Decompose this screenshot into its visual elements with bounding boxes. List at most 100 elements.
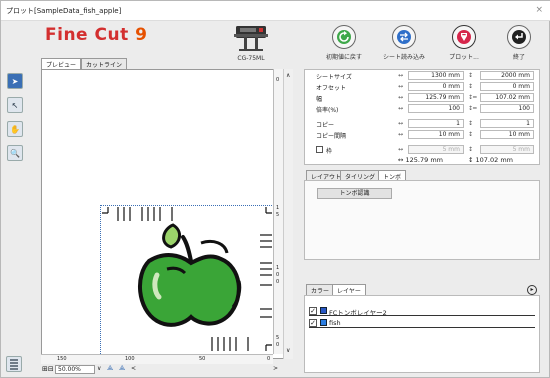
link-icon[interactable]: ↕━ [468, 105, 477, 112]
width-field[interactable]: 125.79 mm [408, 93, 464, 102]
vertical-scrollbar[interactable]: ∧ ∨ [283, 69, 293, 359]
device-model-label: CG-75ML [237, 55, 265, 62]
chevron-down-icon[interactable]: ∨ [97, 365, 101, 372]
ruler-v-tick-label: 0 [276, 272, 280, 278]
scroll-left-icon[interactable]: < [131, 365, 136, 372]
ruler-h-tick-label: 0 [267, 356, 271, 362]
property-row-copies: コピー ↔ 1 ↕ 1 [304, 119, 538, 129]
logo-version: 9 [135, 25, 148, 45]
vertical-ruler: 0 1 5 1 0 0 5 0 [273, 69, 283, 354]
width-arrow-icon: ↔ [398, 131, 404, 138]
sheet-width-field[interactable]: 1300 mm [408, 71, 464, 80]
layer-name: FCトンボレイヤー2 [329, 309, 387, 317]
tombo-detect-button[interactable]: トンボ認識 [317, 188, 392, 199]
offset-x-field[interactable]: 0 mm [408, 82, 464, 91]
arrow-icon[interactable]: ➤ [7, 73, 23, 89]
list-item[interactable]: ✓ fish [309, 318, 535, 328]
tab-layer[interactable]: レイヤー [332, 284, 366, 295]
grid-icon[interactable]: ⊞⊟ [42, 365, 54, 373]
object-width-readout: ↔ 125.79 mm [398, 156, 443, 164]
reset-defaults-label: 初期値に戻す [325, 54, 362, 61]
tab-cutline[interactable]: カットライン [81, 58, 128, 69]
height-arrow-icon: ↕ [468, 131, 474, 138]
height-arrow-icon: ↕ [468, 72, 474, 79]
apple-artwork [137, 223, 242, 327]
height-arrow-icon: ↕ [468, 146, 474, 153]
layer-checkbox[interactable]: ✓ [309, 307, 317, 315]
property-label: コピー [316, 122, 335, 129]
frame-y-field[interactable]: 5 mm [480, 145, 534, 154]
tool-palette: ➤ ↖ ✋ 🔍 [7, 73, 25, 169]
scroll-right-icon[interactable]: > [273, 365, 278, 372]
height-field[interactable]: 107.02 mm [480, 93, 534, 102]
object-size-readout: ↔ 125.79 mm ↕ 107.02 mm [304, 156, 540, 166]
logo-brand: Fine Cut [45, 25, 129, 45]
copies-y-field[interactable]: 1 [480, 119, 534, 128]
ruler-h-tick-label: 150 [57, 356, 67, 362]
property-row-copy-spacing: コピー間隔 ↔ 10 mm ↕ 10 mm [304, 130, 538, 140]
layer-name: fish [329, 319, 341, 327]
list-item[interactable]: ✓ FCトンボレイヤー2 [309, 306, 535, 317]
window-title: プロット[SampleData_fish_apple] [6, 7, 122, 15]
plotter-device-icon [234, 26, 268, 51]
hand-icon[interactable]: ✋ [7, 121, 23, 137]
plot-pen-icon [452, 25, 476, 49]
ruler-v-tick-label: 0 [276, 342, 280, 348]
ruler-v-tick-label: 0 [276, 77, 280, 83]
layer-checkbox[interactable]: ✓ [309, 319, 317, 327]
tombo-panel: トンボ認識 [304, 180, 540, 260]
scale-y-field[interactable]: 100 [480, 104, 534, 113]
copy-spacing-x-field[interactable]: 10 mm [408, 130, 464, 139]
app-logo: Fine Cut 9 [45, 25, 147, 45]
property-row-width: 幅 ↔ 125.79 mm ↕━ 107.02 mm [304, 93, 538, 103]
property-label: 枠 [326, 148, 333, 155]
ruler-v-tick-label: 5 [276, 212, 280, 218]
property-label: 幅 [316, 96, 323, 103]
copies-x-field[interactable]: 1 [408, 119, 464, 128]
scroll-up-icon[interactable]: ∧ [286, 72, 290, 79]
layer-list: ✓ FCトンボレイヤー2 ✓ fish [304, 295, 540, 373]
layer-list-icon[interactable] [6, 356, 22, 372]
reset-defaults-button[interactable]: 初期値に戻す [313, 25, 375, 69]
copy-spacing-y-field[interactable]: 10 mm [480, 130, 534, 139]
exit-button[interactable]: 終了 [488, 25, 550, 69]
property-label: オフセット [316, 85, 347, 92]
tab-color[interactable]: カラー [306, 284, 335, 295]
width-arrow-icon: ↔ [398, 146, 404, 153]
exit-label: 終了 [512, 54, 525, 61]
ruler-v-tick-label: 0 [276, 279, 280, 285]
read-sheet-button[interactable]: シート読み込み [373, 25, 435, 69]
property-row-sheet-size: シートサイズ ↔ 1300 mm ↕ 2000 mm [304, 71, 538, 81]
width-arrow-icon: ↔ [398, 94, 404, 101]
width-arrow-icon: ↔ [398, 72, 404, 79]
frame-x-field[interactable]: 5 mm [408, 145, 464, 154]
ruler-v-tick-label: 5 [276, 335, 280, 341]
horizontal-ruler: 150 100 50 0 [41, 354, 273, 364]
read-sheet-label: シート読み込み [382, 54, 425, 61]
width-arrow-icon: ↔ [398, 120, 404, 127]
sheet-height-field[interactable]: 2000 mm [480, 71, 534, 80]
select-icon[interactable]: ↖ [7, 97, 23, 113]
layer-color-swatch [320, 307, 327, 314]
plot-button[interactable]: プロット... [433, 25, 495, 69]
zoom-icon[interactable]: 🔍 [7, 145, 23, 161]
ruler-h-tick-label: 50 [199, 356, 206, 362]
zoom-select[interactable]: 50.00% [55, 365, 95, 374]
frame-checkbox[interactable] [316, 146, 323, 153]
offset-y-field[interactable]: 0 mm [480, 82, 534, 91]
close-icon[interactable]: × [535, 5, 543, 15]
scale-x-field[interactable]: 100 [408, 104, 464, 113]
fit-icon[interactable]: ⟁ [107, 364, 113, 373]
plot-label: プロット... [449, 54, 479, 61]
status-bar: ⊞⊟ 50.00% ∨ ⟁ ⟁ < > [41, 364, 293, 375]
property-row-offset: オフセット ↔ 0 mm ↕ 0 mm [304, 82, 538, 92]
play-circle-icon[interactable]: ▸ [527, 285, 537, 295]
tab-preview[interactable]: プレビュー [41, 58, 82, 69]
scroll-down-icon[interactable]: ∨ [286, 347, 290, 354]
page-icon[interactable]: ⟁ [119, 364, 125, 373]
ruler-v-tick-label: 1 [276, 265, 280, 271]
refresh-icon [332, 25, 356, 49]
return-arrow-icon [507, 25, 531, 49]
link-icon[interactable]: ↕━ [468, 94, 477, 101]
object-height-readout: ↕ 107.02 mm [468, 156, 513, 164]
